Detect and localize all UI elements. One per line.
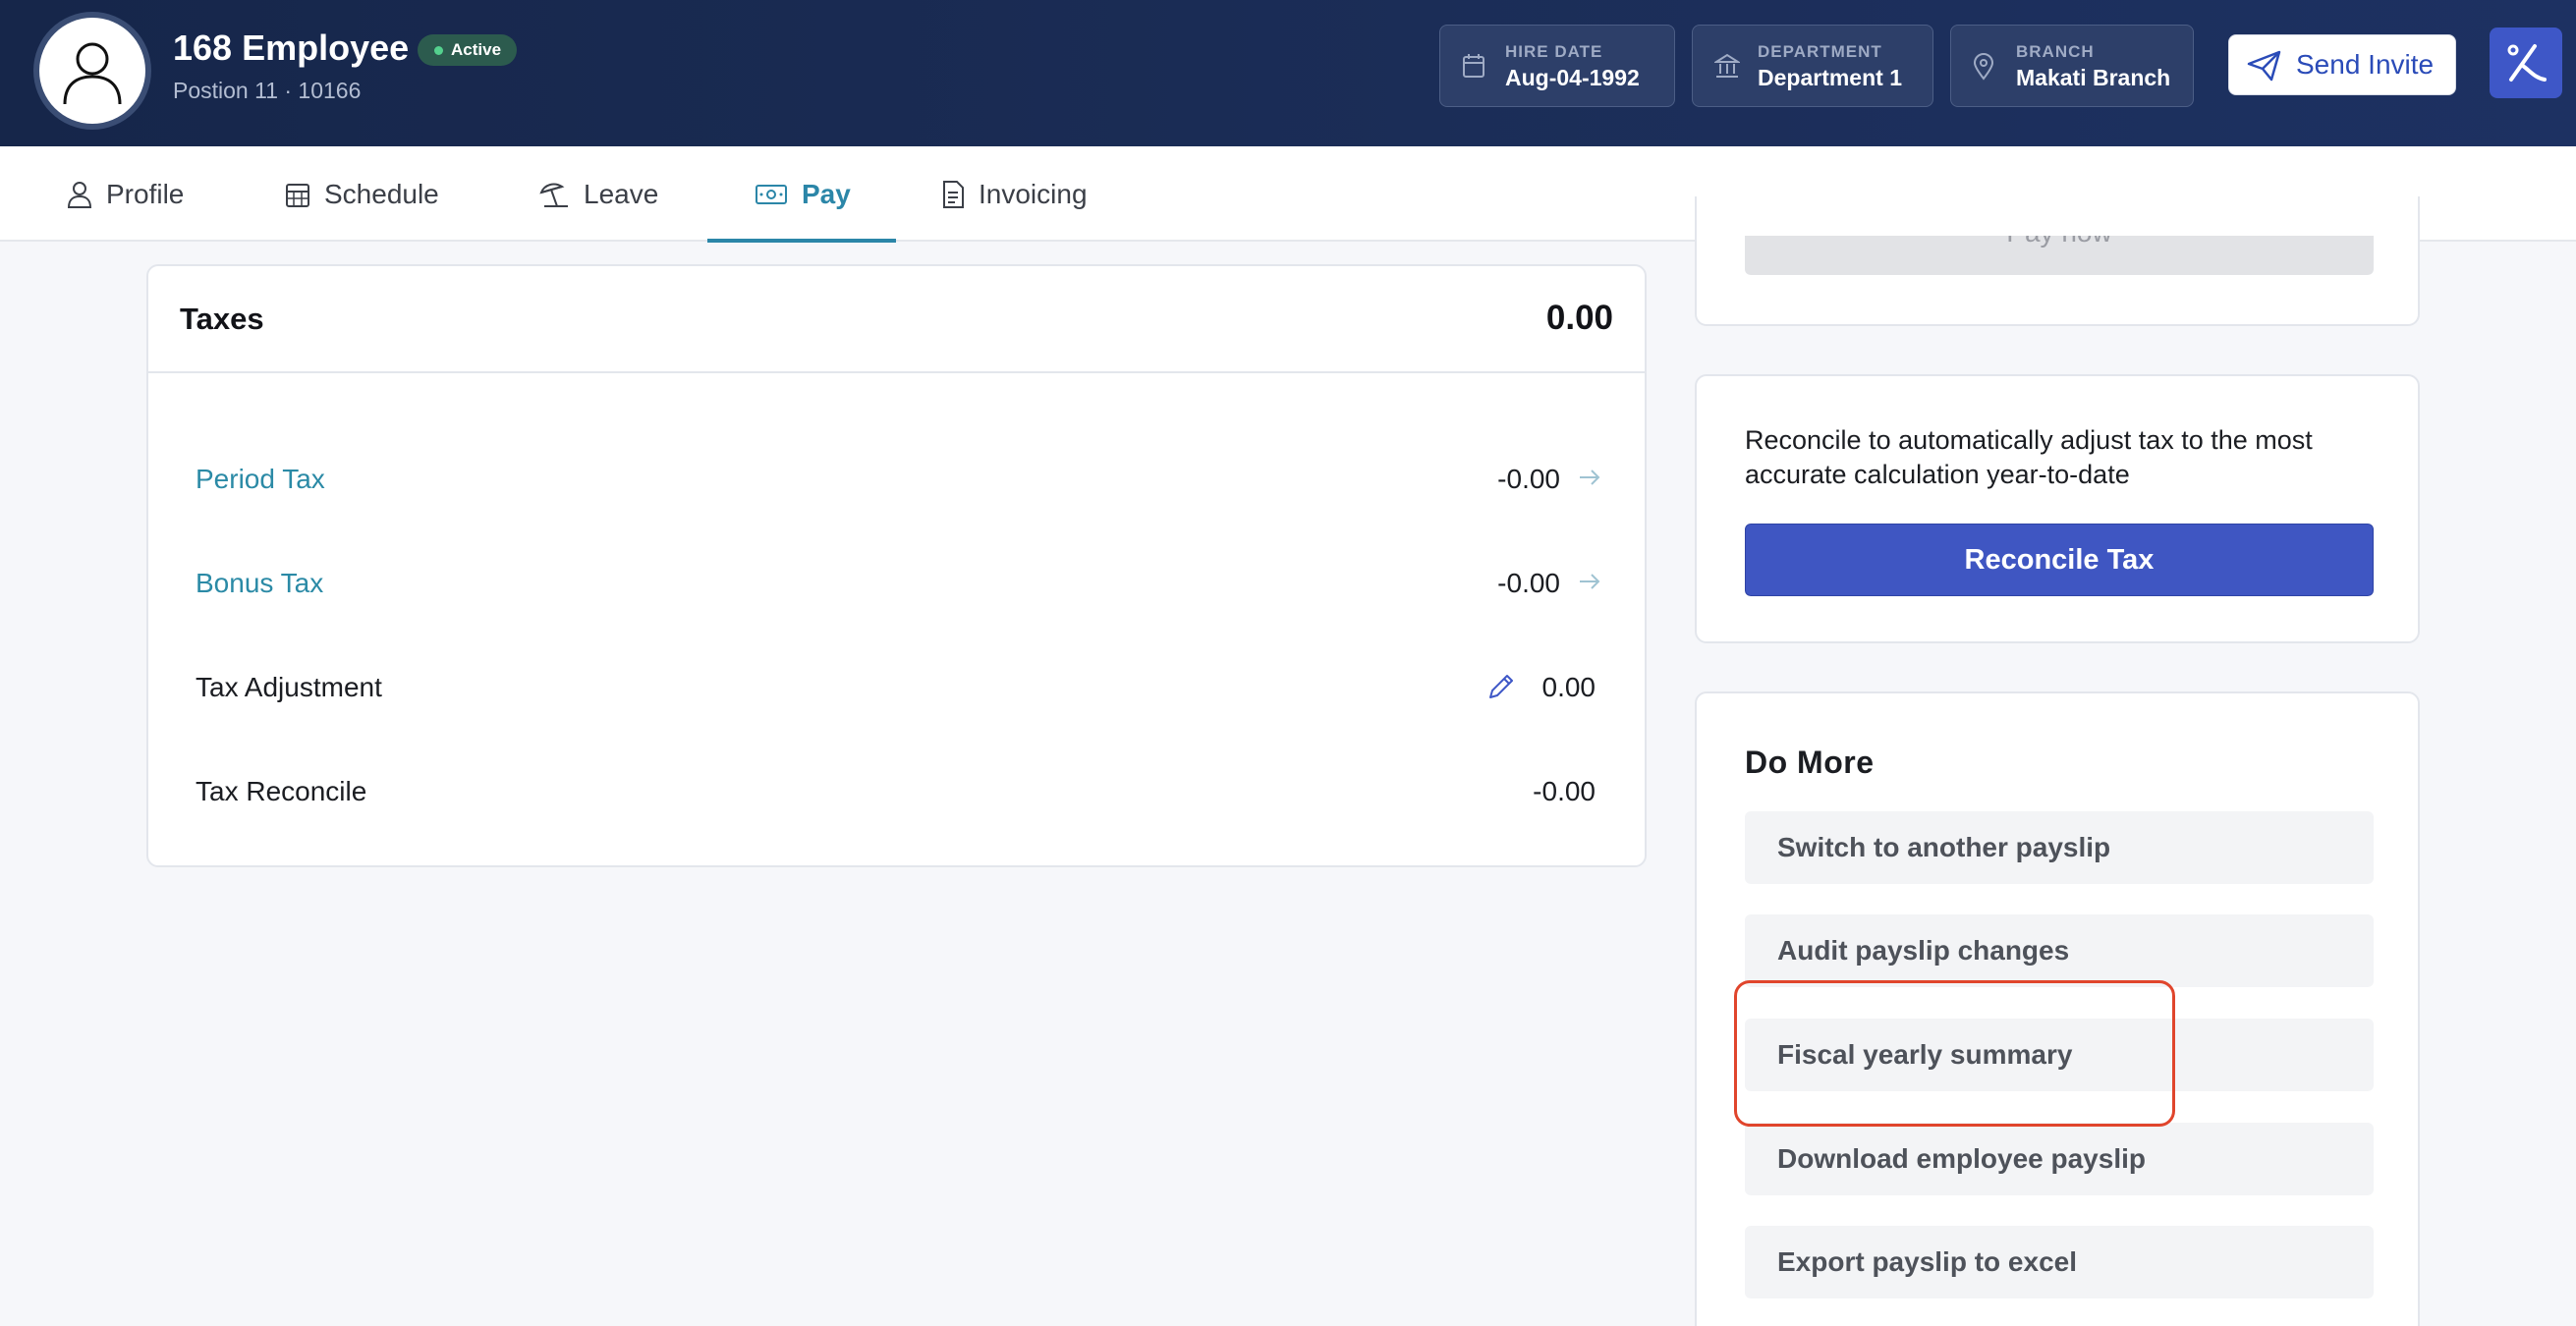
pay-now-card: Pay now [1695, 196, 2420, 326]
avatar[interactable] [33, 12, 151, 130]
tab-leave[interactable]: Leave [538, 146, 658, 242]
tax-row-label[interactable]: Bonus Tax [196, 568, 323, 599]
brand-logo-icon [2507, 44, 2547, 82]
taxes-total: 0.00 [1545, 299, 1613, 337]
hire-date-pill: HIRE DATE Aug-04-1992 [1439, 25, 1675, 107]
employee-name: 168 Employee [173, 28, 410, 68]
branch-value: Makati Branch [2016, 65, 2171, 90]
do-more-title: Do More [1745, 745, 1875, 780]
pay-now-label: Pay now [2006, 236, 2111, 248]
taxes-card: Taxes 0.00 Period Tax -0.00 Bonus Tax -0… [146, 264, 1647, 867]
department-value: Department 1 [1758, 65, 1902, 90]
tab-schedule[interactable]: Schedule [285, 146, 439, 242]
money-icon [756, 184, 787, 204]
employee-header: 168 Employee Active Postion 11 · 10166 H… [0, 0, 2576, 146]
department-label: DEPARTMENT [1758, 42, 1882, 61]
department-pill: DEPARTMENT Department 1 [1692, 25, 1933, 107]
branch-pill: BRANCH Makati Branch [1950, 25, 2194, 107]
hire-date-label: HIRE DATE [1505, 42, 1603, 61]
send-icon [2247, 50, 2282, 88]
pencil-edit-icon[interactable] [1485, 671, 1517, 707]
user-icon [67, 181, 92, 208]
calendar-grid-icon [286, 183, 309, 207]
tab-label: Profile [106, 178, 185, 209]
arrow-right-icon[interactable] [1578, 468, 1601, 492]
bank-icon [1712, 53, 1742, 83]
tax-row-tax-adjustment: Tax Adjustment 0.00 [148, 658, 1645, 717]
reconcile-card: Reconcile to automatically adjust tax to… [1695, 374, 2420, 643]
highlight-annotation [1734, 980, 2175, 1127]
tax-row-value: -0.00 [1497, 568, 1560, 598]
send-invite-button[interactable]: Send Invite [2228, 34, 2456, 95]
user-silhouette-icon [63, 42, 122, 105]
tax-row-label: Tax Adjustment [196, 672, 382, 702]
tab-label: Schedule [324, 178, 439, 209]
taxes-header: Taxes 0.00 [148, 266, 1645, 373]
send-invite-label: Send Invite [2296, 49, 2435, 80]
reconcile-tax-button[interactable]: Reconcile Tax [1745, 524, 2374, 596]
status-badge: Active [418, 34, 518, 66]
document-icon [943, 180, 964, 208]
hire-date-value: Aug-04-1992 [1505, 65, 1640, 90]
tab-invoicing[interactable]: Invoicing [941, 146, 1088, 242]
location-pin-icon [1973, 53, 1994, 85]
branch-label: BRANCH [2016, 42, 2095, 61]
tax-row-value: -0.00 [1533, 776, 1596, 806]
brand-logo[interactable] [2490, 28, 2562, 98]
tab-label: Invoicing [979, 178, 1088, 209]
audit-payslip-button[interactable]: Audit payslip changes [1745, 914, 2374, 987]
export-payslip-button[interactable]: Export payslip to excel [1745, 1226, 2374, 1298]
arrow-right-icon[interactable] [1578, 572, 1601, 596]
tab-label: Pay [802, 178, 851, 209]
tab-pay[interactable]: Pay [755, 146, 851, 242]
download-payslip-button[interactable]: Download employee payslip [1745, 1123, 2374, 1195]
tax-row-tax-reconcile: Tax Reconcile -0.00 [148, 762, 1645, 821]
pay-now-button[interactable]: Pay now [1745, 236, 2374, 275]
active-tab-indicator [707, 239, 896, 243]
tab-label: Leave [584, 178, 659, 209]
switch-payslip-button[interactable]: Switch to another payslip [1745, 811, 2374, 884]
tax-row-value: 0.00 [1541, 672, 1596, 702]
tab-profile[interactable]: Profile [67, 146, 184, 242]
employee-position: Postion 11 · 10166 [173, 78, 362, 103]
calendar-icon [1462, 53, 1485, 83]
reconcile-description: Reconcile to automatically adjust tax to… [1745, 425, 2313, 489]
taxes-title: Taxes [180, 302, 264, 336]
tax-row-label[interactable]: Period Tax [196, 464, 325, 495]
tax-row-label: Tax Reconcile [196, 776, 367, 806]
tax-row-period-tax[interactable]: Period Tax -0.00 [148, 450, 1645, 509]
tax-row-value: -0.00 [1497, 464, 1560, 494]
tax-row-bonus-tax[interactable]: Bonus Tax -0.00 [148, 554, 1645, 613]
beach-umbrella-icon [539, 183, 568, 207]
